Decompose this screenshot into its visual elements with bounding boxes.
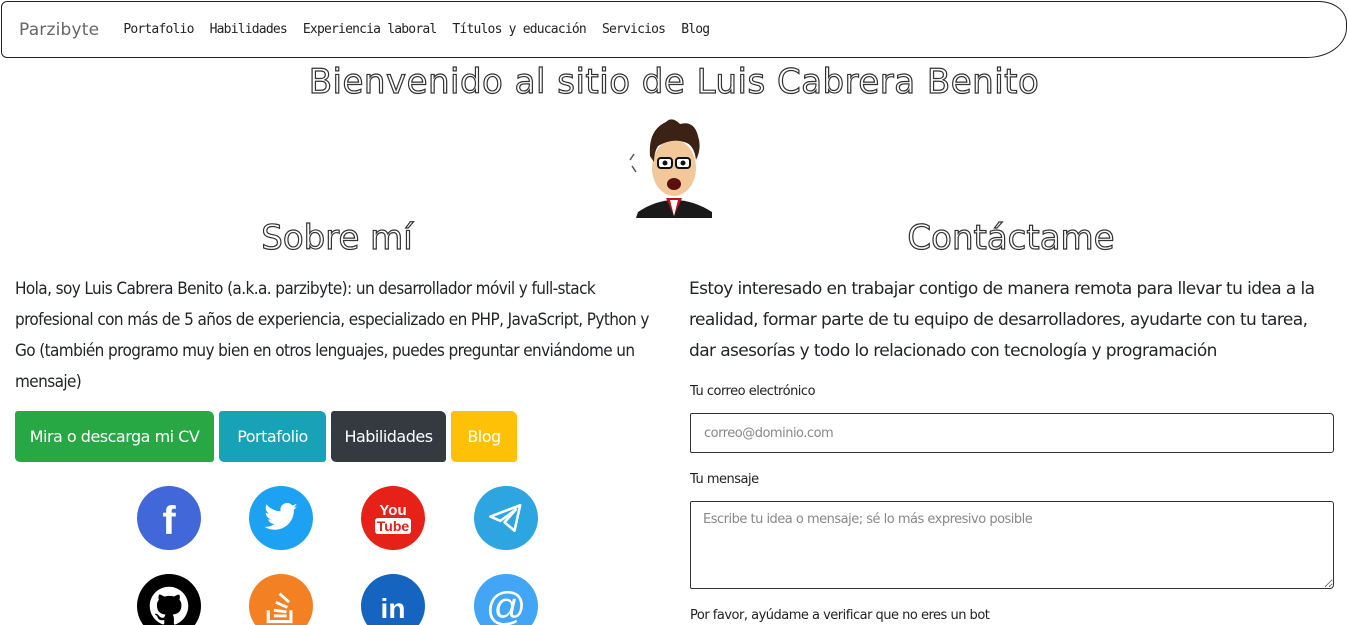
stackoverflow-icon[interactable] [249,574,313,625]
linkedin-glyph: in [380,593,406,624]
facebook-icon[interactable]: f [137,486,201,550]
about-text: Hola, soy Luis Cabrera Benito (a.k.a. pa… [15,279,649,392]
navbar: Parzibyte Portafolio Habilidades Experie… [1,1,1347,58]
skills-button[interactable]: Habilidades [331,411,446,462]
about-buttons: Mira o descarga mi CV Portafolio Habilid… [15,411,522,462]
linkedin-icon[interactable]: in [361,574,425,625]
telegram-icon[interactable] [474,486,538,550]
nav-link-experience[interactable]: Experiencia laboral [303,22,437,37]
telegram-plane-icon [489,503,522,533]
nav-link-blog[interactable]: Blog [681,22,710,37]
cv-button[interactable]: Mira o descarga mi CV [15,411,214,462]
email-icon[interactable]: @ [474,574,538,625]
github-octocat-icon [149,586,189,625]
page-title: Bienvenido al sitio de Luis Cabrera Beni… [308,61,1040,102]
contact-title: Contáctame [907,217,1115,258]
message-label: Tu mensaje [690,472,759,487]
youtube-text-top: You [379,501,407,519]
stackoverflow-stack-icon [266,592,293,624]
portfolio-button[interactable]: Portafolio [219,411,326,462]
github-icon[interactable] [137,574,201,625]
email-glyph: @ [485,584,527,625]
nav-link-portfolio[interactable]: Portafolio [123,22,194,37]
youtube-icon[interactable]: You Tube [361,486,425,550]
twitter-icon[interactable] [249,486,313,550]
nav-link-services[interactable]: Servicios [602,22,666,37]
avatar-image [629,119,714,218]
youtube-text-bottom: Tube [374,517,412,534]
contact-text: Estoy interesado en trabajar contigo de … [689,279,1315,361]
nav-link-skills[interactable]: Habilidades [210,22,288,37]
nav-links: Portafolio Habilidades Experiencia labor… [123,22,725,37]
blog-button[interactable]: Blog [451,411,517,462]
brand-link[interactable]: Parzibyte [19,20,99,40]
nav-link-education[interactable]: Títulos y educación [452,22,586,37]
about-title: Sobre mí [261,217,414,258]
captcha-label: Por favor, ayúdame a verificar que no er… [690,608,990,623]
email-label: Tu correo electrónico [690,384,816,399]
twitter-bird-icon [264,503,298,530]
facebook-glyph: f [162,498,176,543]
email-input[interactable] [690,413,1334,453]
message-textarea[interactable] [690,501,1334,589]
